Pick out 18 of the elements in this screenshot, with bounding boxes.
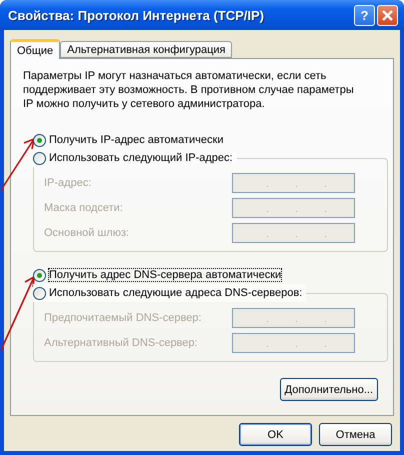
advanced-button[interactable]: Дополнительно... xyxy=(280,378,378,401)
dialog-button[interactable]: OK xyxy=(239,423,312,446)
close-icon xyxy=(381,8,394,22)
field-label: Предпочитаемый DNS-сервер: xyxy=(44,312,202,324)
description-text: Параметры IP могут назначаться автоматически, если сеть поддерживает эту возможность. В противном случае параметры IP можно получить у сетевого администратора. xyxy=(23,69,355,111)
field-label: Альтернативный DNS-сервер: xyxy=(44,337,198,349)
radio-option[interactable]: Использовать следующие адреса DNS-серверов: xyxy=(33,284,306,302)
field-label: IP-адрес: xyxy=(44,177,92,189)
window-title: Свойства: Протокол Интернета (TCP/IP) xyxy=(8,8,265,22)
radio-option[interactable]: Использовать следующий IP-адрес: xyxy=(33,149,237,167)
field-label: Основной шлюз: xyxy=(44,227,130,239)
dialog-button[interactable]: Отмена xyxy=(319,423,392,446)
tab[interactable]: Общие xyxy=(10,39,60,59)
close-button[interactable] xyxy=(377,4,398,26)
tab[interactable]: Альтернативная конфигурация xyxy=(60,41,232,58)
field-label: Маска подсети: xyxy=(44,202,123,214)
radio-option[interactable]: Получить IP-адрес автоматически xyxy=(33,131,228,149)
radio-option[interactable]: Получить адрес DNS-сервера автоматически xyxy=(33,266,286,284)
